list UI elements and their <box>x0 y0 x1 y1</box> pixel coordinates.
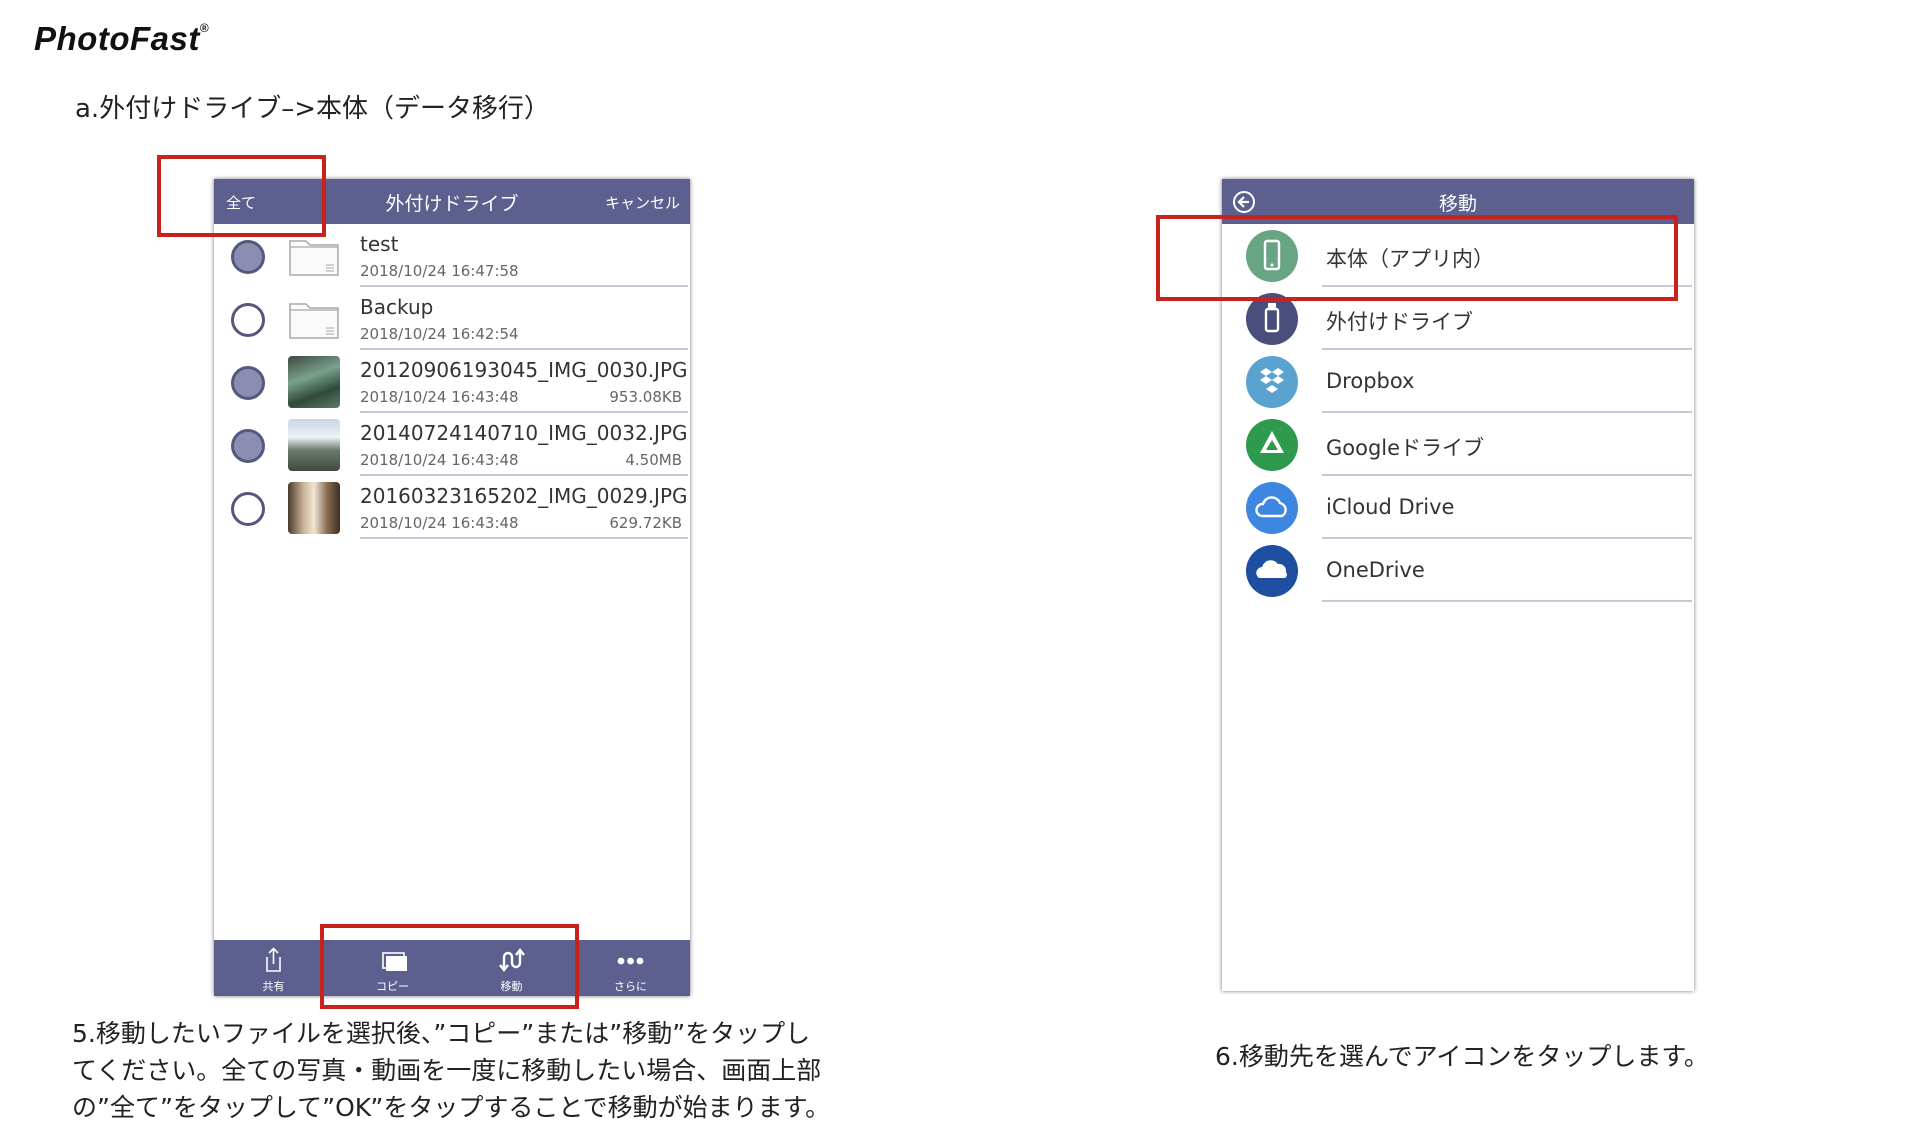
file-size: 629.72KB <box>609 514 682 532</box>
cancel-button[interactable]: キャンセル <box>605 192 680 213</box>
image-thumbnail <box>288 356 340 408</box>
file-date: 2018/10/24 16:47:58 <box>360 262 519 280</box>
dropbox-icon <box>1246 356 1298 408</box>
onedrive-icon <box>1246 545 1298 597</box>
file-size: 953.08KB <box>609 388 682 406</box>
file-name: 20140724140710_IMG_0032.JPG <box>360 421 688 445</box>
file-row[interactable]: 20120906193045_IMG_0030.JPG 2018/10/24 1… <box>214 350 690 413</box>
selection-radio[interactable] <box>231 240 265 274</box>
share-icon <box>266 947 281 972</box>
highlight-copy-move <box>320 924 579 1009</box>
highlight-select-all <box>157 155 326 237</box>
destination-label: iCloud Drive <box>1326 495 1455 519</box>
destination-label: Googleドライブ <box>1326 436 1485 460</box>
more-icon <box>617 957 644 965</box>
file-name: Backup <box>360 295 434 319</box>
file-name: test <box>360 232 399 256</box>
row-divider <box>1322 600 1692 602</box>
image-thumbnail <box>288 482 340 534</box>
folder-icon <box>289 303 339 339</box>
file-date: 2018/10/24 16:43:48 <box>360 514 519 532</box>
share-label: 共有 <box>262 980 285 993</box>
destination-item-dropbox[interactable]: Dropbox <box>1222 350 1694 413</box>
selection-radio[interactable] <box>231 492 265 526</box>
highlight-device-destination <box>1156 215 1678 301</box>
destination-item-icloud[interactable]: iCloud Drive <box>1222 476 1694 539</box>
destination-item-onedrive[interactable]: OneDrive <box>1222 539 1694 602</box>
icloud-icon <box>1246 482 1298 534</box>
screen-title: 移動 <box>1438 193 1477 215</box>
image-thumbnail <box>288 419 340 471</box>
share-button[interactable]: 共有 <box>214 940 333 996</box>
file-name: 20160323165202_IMG_0029.JPG <box>360 484 688 508</box>
file-date: 2018/10/24 16:42:54 <box>360 325 519 343</box>
file-row[interactable]: 20140724140710_IMG_0032.JPG 2018/10/24 1… <box>214 413 690 476</box>
row-divider <box>360 537 688 539</box>
destination-label: OneDrive <box>1326 558 1425 582</box>
step5-line: てください。全ての写真・動画を一度に移動したい場合、画面上部 <box>72 1056 822 1085</box>
step5-caption: 5.移動したいファイルを選択後、”コピー”または”移動”をタップし てください。… <box>72 1015 830 1126</box>
file-row[interactable]: Backup 2018/10/24 16:42:54 <box>214 287 690 350</box>
google-drive-icon <box>1246 419 1298 471</box>
selection-radio[interactable] <box>231 303 265 337</box>
section-title: a.外付けドライブ–>本体（データ移行） <box>75 94 550 124</box>
more-button[interactable]: さらに <box>571 940 690 996</box>
destination-label: 外付けドライブ <box>1326 310 1473 334</box>
step6-caption: 6.移動先を選んでアイコンをタップします。 <box>1215 1042 1709 1071</box>
destination-label: Dropbox <box>1326 369 1415 393</box>
external-drive-screen: 全て 外付けドライブ キャンセル test 2018/10/24 16:47:5… <box>214 179 690 996</box>
destination-item-google-drive[interactable]: Googleドライブ <box>1222 413 1694 476</box>
step5-line: 5.移動したいファイルを選択後、”コピー”または”移動”をタップし <box>72 1019 811 1048</box>
folder-icon <box>289 240 339 276</box>
selection-radio[interactable] <box>231 366 265 400</box>
step5-line: の”全て”をタップして”OK”をタップすることで移動が始まります。 <box>72 1093 831 1122</box>
file-row[interactable]: 20160323165202_IMG_0029.JPG 2018/10/24 1… <box>214 476 690 539</box>
file-name: 20120906193045_IMG_0030.JPG <box>360 358 688 382</box>
selection-radio[interactable] <box>231 429 265 463</box>
more-label: さらに <box>614 980 647 993</box>
photofast-logo: PhotoFast® <box>34 20 210 57</box>
file-size: 4.50MB <box>625 451 682 469</box>
file-date: 2018/10/24 16:43:48 <box>360 388 519 406</box>
file-date: 2018/10/24 16:43:48 <box>360 451 519 469</box>
